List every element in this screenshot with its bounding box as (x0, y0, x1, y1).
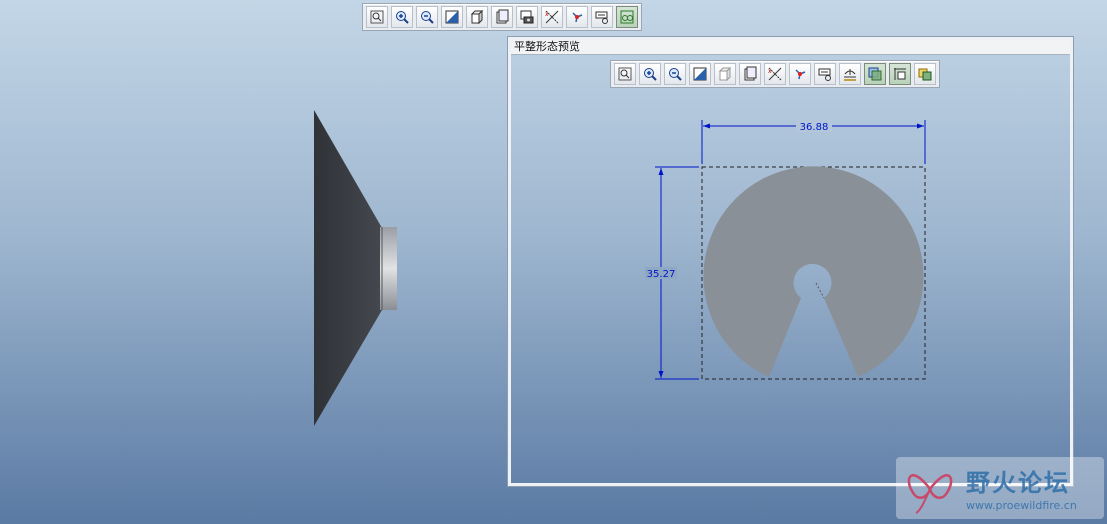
reorient-button[interactable] (441, 6, 463, 28)
spin-center-button[interactable] (566, 6, 588, 28)
refit-button[interactable] (366, 6, 388, 28)
watermark-title: 野火论坛 (966, 469, 1070, 497)
height-dimension-label[interactable]: 35.27 (647, 269, 676, 280)
appearance-icon (620, 10, 634, 24)
reorient-icon (445, 10, 459, 24)
annotation-display-button[interactable] (591, 6, 613, 28)
datum-display-button[interactable]: x (541, 6, 563, 28)
model-view (314, 110, 397, 426)
zoom-in-button[interactable] (391, 6, 413, 28)
flat-pattern-shape[interactable] (703, 166, 924, 377)
saved-views-button[interactable] (491, 6, 513, 28)
layers-icon (520, 10, 534, 24)
width-dimension-label[interactable]: 36.88 (800, 122, 829, 133)
watermark-url: www.proewildfire.cn (966, 499, 1077, 512)
annotation-display-icon (595, 11, 608, 24)
cone-body[interactable] (314, 110, 382, 426)
zoom-in-icon (396, 11, 409, 24)
zoom-out-button[interactable] (416, 6, 438, 28)
flat-pattern-view: 36.88 35.27 (645, 120, 926, 380)
layers-button[interactable] (516, 6, 538, 28)
svg-text:x: x (545, 11, 549, 18)
datum-display-icon: x (545, 10, 559, 24)
display-style-icon (470, 9, 484, 25)
watermark-logo-icon (907, 474, 953, 514)
spin-center-icon (572, 12, 583, 23)
refit-icon (370, 10, 384, 24)
hub[interactable] (380, 227, 397, 310)
saved-views-icon (496, 9, 509, 24)
zoom-out-icon (421, 11, 434, 24)
forum-watermark: 野火论坛 www.proewildfire.cn (896, 457, 1104, 519)
main-graphics-toolbar: x (362, 3, 642, 31)
flat-state-preview-window: 平整形态预览 x 36.88 35.27 (508, 37, 1073, 486)
appearance-button[interactable] (616, 6, 638, 28)
display-style-button[interactable] (466, 6, 488, 28)
